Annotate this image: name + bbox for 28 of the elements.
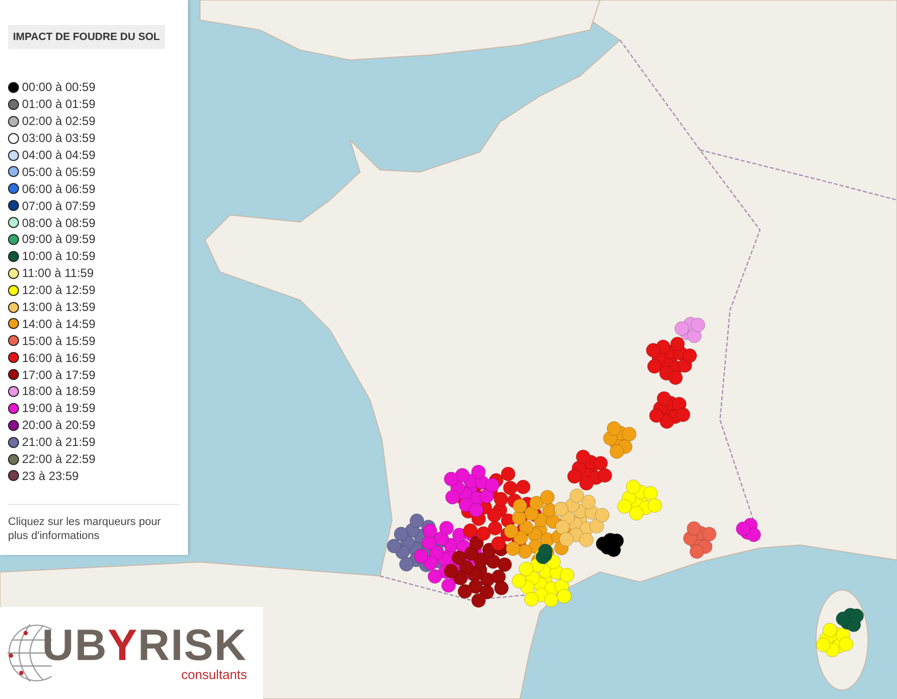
legend-label: 15:00 à 15:59 xyxy=(22,334,96,348)
legend-label: 14:00 à 14:59 xyxy=(22,316,96,331)
legend-title: IMPACT DE FOUDRE DU SOL xyxy=(8,25,165,49)
legend-label: 05:00 à 05:59 xyxy=(22,164,96,179)
legend-label: 11:00 à 11:59 xyxy=(22,266,94,280)
legend-label: 21:00 à 21:59 xyxy=(22,435,96,450)
legend-label: 13:00 à 13:59 xyxy=(22,300,96,314)
legend-label: 17:00 à 17:59 xyxy=(22,368,96,382)
legend-label: 18:00 à 18:59 xyxy=(22,384,96,398)
legend-label: 23 à 23:59 xyxy=(22,468,79,483)
legend-label: 03:00 à 03:59 xyxy=(22,131,96,146)
legend-label: 06:00 à 06:59 xyxy=(22,182,96,196)
legend-label: 20:00 à 20:59 xyxy=(22,418,96,432)
legend-label: 00:00 à 00:59 xyxy=(22,80,96,94)
legend-label: 08:00 à 08:59 xyxy=(22,216,96,230)
legend-label: 09:00 à 09:59 xyxy=(22,232,96,246)
legend-label: 16:00 à 16:59 xyxy=(22,350,96,365)
legend-label: 12:00 à 12:59 xyxy=(22,283,96,298)
logo-wordmark: UBYRISK xyxy=(42,624,248,668)
legend-label: 01:00 à 01:59 xyxy=(22,97,96,112)
legend-label: 04:00 à 04:59 xyxy=(22,148,96,162)
legend-label: 10:00 à 10:59 xyxy=(22,249,96,264)
legend-label: 07:00 à 07:59 xyxy=(22,198,96,213)
logo-tagline: consultants xyxy=(181,668,248,682)
legend-label: 22:00 à 22:59 xyxy=(22,452,96,466)
legend-label: 02:00 à 02:59 xyxy=(22,114,96,128)
legend-label: 19:00 à 19:59 xyxy=(22,401,96,416)
legend-note: Cliquez sur les marqueurs pour plus d'informations xyxy=(8,504,179,544)
